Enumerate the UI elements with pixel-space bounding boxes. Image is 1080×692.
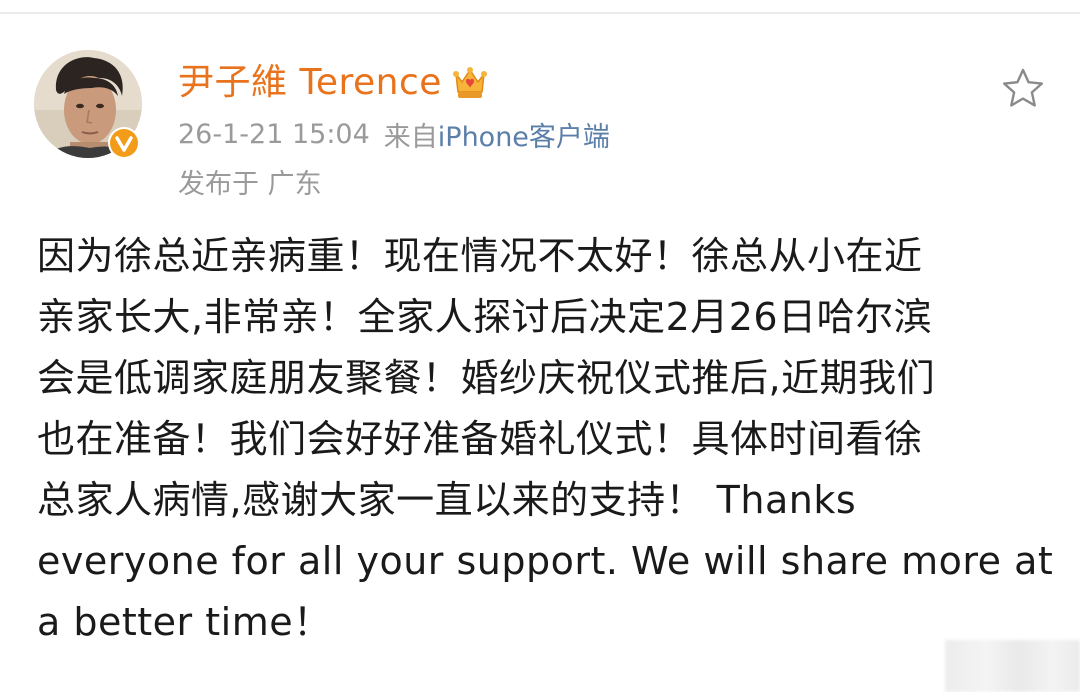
- post-body-line: 因为徐总近亲病重！现在情况不太好！徐总从小在近: [37, 234, 923, 278]
- source-prefix: 来自: [383, 121, 438, 153]
- post-body-line: 也在准备！我们会好好准备婚礼仪式！具体时间看徐: [37, 417, 923, 461]
- post-body-line: everyone for all your support. We will s…: [37, 539, 1054, 583]
- crown-vip-icon[interactable]: [450, 64, 490, 102]
- username-link[interactable]: 尹子維 Terence: [178, 58, 442, 108]
- username-row: 尹子維 Terence: [178, 58, 490, 108]
- source-link[interactable]: iPhone客户端: [438, 115, 610, 154]
- verified-icon: [107, 126, 141, 160]
- top-divider: [0, 12, 1080, 14]
- post-body-line: 亲家长大,非常亲！全家人探讨后决定2月26日哈尔滨: [37, 295, 933, 339]
- post-body-line: 会是低调家庭朋友聚餐！婚纱庆祝仪式推后,近期我们: [37, 356, 936, 400]
- star-icon: [1003, 68, 1043, 107]
- blurred-watermark: [945, 640, 1080, 692]
- favorite-button[interactable]: [1000, 66, 1046, 110]
- post-timestamp: 26-1-21 15:04: [178, 118, 370, 150]
- post-meta: 26-1-21 15:04 来自 iPhone客户端: [178, 114, 610, 154]
- post-body-line: 总家人病情,感谢大家一直以来的支持！ Thanks: [37, 478, 857, 522]
- post-body: 因为徐总近亲病重！现在情况不太好！徐总从小在近 亲家长大,非常亲！全家人探讨后决…: [37, 226, 1054, 653]
- post-body-line: a better time！: [37, 600, 332, 644]
- location-text: 发布于 广东: [178, 168, 322, 200]
- post-location: 发布于 广东: [178, 161, 322, 201]
